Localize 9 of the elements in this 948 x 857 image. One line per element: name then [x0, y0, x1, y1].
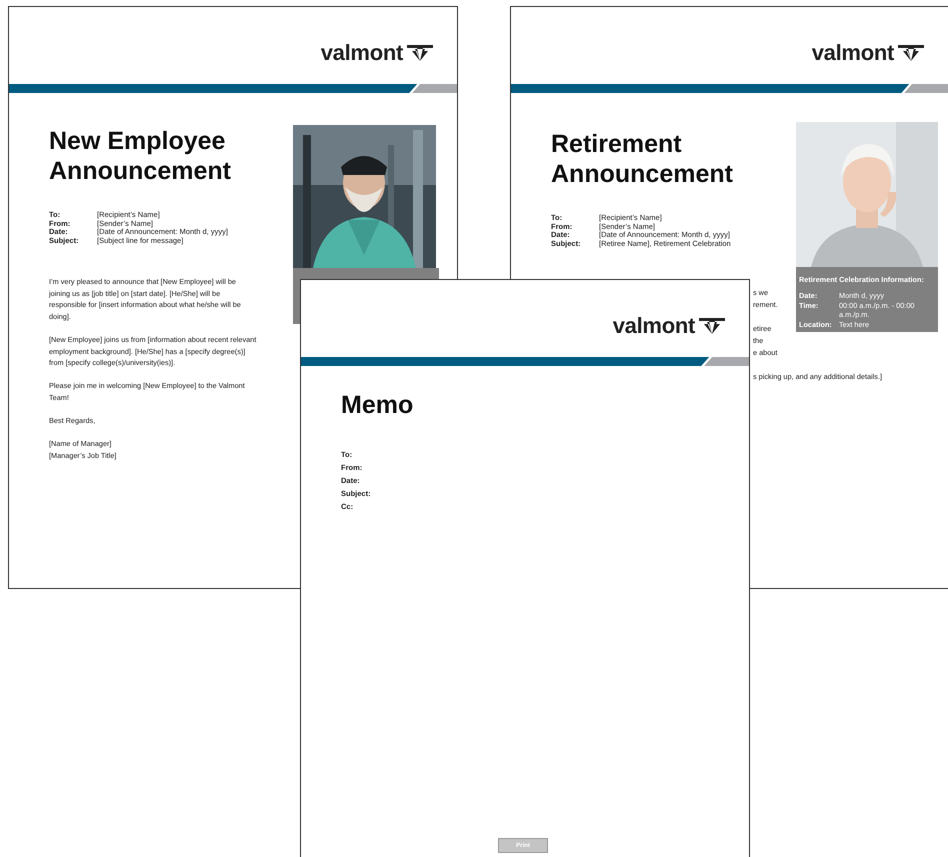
- logo-text: valmont: [612, 312, 695, 338]
- page-title: Retirement Announcement: [551, 129, 734, 189]
- page-title: Memo: [341, 390, 414, 420]
- logo-text: valmont: [320, 40, 403, 66]
- logo-text: valmont: [812, 40, 894, 66]
- logo-mark-icon: [699, 316, 725, 336]
- page-title: New Employee Announcement: [49, 126, 232, 186]
- logo-mark-icon: [898, 42, 924, 62]
- logo-mark-icon: [407, 42, 433, 62]
